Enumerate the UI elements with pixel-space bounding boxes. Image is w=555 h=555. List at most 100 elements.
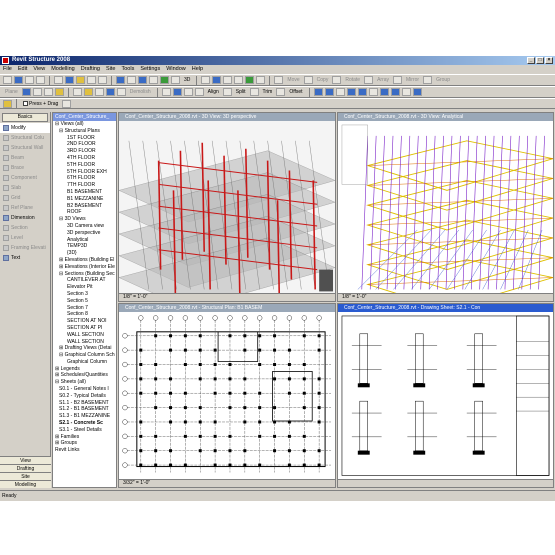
grid-bubble[interactable] — [153, 315, 159, 321]
browser-tree-item[interactable]: 2ND FLOOR — [53, 141, 116, 148]
column-mark[interactable] — [198, 449, 202, 453]
tool-button-icon[interactable] — [223, 76, 233, 84]
column-mark[interactable] — [154, 363, 158, 366]
edit-button-icon[interactable] — [76, 76, 85, 84]
edit-button-icon[interactable] — [87, 76, 96, 84]
column-mark[interactable] — [302, 391, 306, 395]
browser-tree-item[interactable]: S1.1 - B2 BASEMENT — [53, 400, 116, 407]
column-mark[interactable] — [258, 391, 262, 395]
pointer-button-icon[interactable] — [3, 99, 12, 108]
column-mark[interactable] — [139, 463, 143, 467]
column-mark[interactable] — [213, 391, 217, 395]
dim-button-icon[interactable] — [303, 76, 313, 84]
designbar-item-section[interactable]: Section — [0, 223, 50, 233]
designbar-tab-site[interactable]: Site — [0, 472, 51, 480]
edit-button-icon[interactable] — [98, 76, 107, 84]
designbar-tab-modelling[interactable]: Modelling — [0, 480, 51, 488]
grid-bubble[interactable] — [122, 376, 128, 382]
sel-button-icon[interactable] — [172, 88, 182, 96]
menu-view[interactable]: View — [30, 65, 48, 74]
column-mark[interactable] — [198, 363, 202, 366]
column-mark[interactable] — [258, 420, 262, 424]
browser-tree-item[interactable]: Elevator Pit — [53, 284, 116, 291]
press-drag-option[interactable]: Press + Drag — [21, 101, 60, 107]
column-mark[interactable] — [139, 348, 143, 352]
column-mark[interactable] — [302, 363, 306, 366]
grid-bubble[interactable] — [316, 315, 322, 321]
browser-tree-item[interactable]: 3D Camera view — [53, 223, 116, 230]
column-mark[interactable] — [154, 406, 158, 410]
browser-tree-item[interactable]: 7TH FLOOR — [53, 182, 116, 189]
browser-tree-item[interactable]: ⊟ Views (all) — [53, 121, 116, 128]
toolbar-label-rotate[interactable]: Rotate — [343, 77, 362, 83]
column-mark[interactable] — [302, 463, 306, 467]
edit-button-icon[interactable] — [54, 76, 63, 84]
grid-bubble[interactable] — [227, 315, 233, 321]
browser-tree-item[interactable]: ⊞ Legends — [53, 366, 116, 373]
browser-tree-item[interactable]: ⊟ Sheets (all) — [53, 379, 116, 386]
column-mark[interactable] — [154, 463, 158, 467]
column-mark[interactable] — [213, 363, 217, 366]
grid-bubble[interactable] — [301, 315, 307, 321]
style-button-icon[interactable] — [54, 88, 64, 96]
browser-tree-item[interactable]: {3D} — [53, 250, 116, 257]
grid-bubble[interactable] — [212, 315, 218, 321]
grid-bubble[interactable] — [122, 390, 128, 396]
toolbar-label-group[interactable]: Group — [434, 77, 452, 83]
tool-button-icon[interactable] — [212, 76, 222, 84]
column-mark[interactable] — [317, 377, 321, 381]
column-mark[interactable] — [258, 348, 262, 352]
browser-tree-item[interactable]: Section 3 — [53, 291, 116, 298]
style-button-icon[interactable] — [21, 88, 31, 96]
column-mark[interactable] — [139, 377, 143, 381]
column-mark[interactable] — [317, 391, 321, 395]
menu-help[interactable]: Help — [189, 65, 206, 74]
tool-button-icon[interactable] — [201, 76, 211, 84]
column-mark[interactable] — [287, 377, 291, 381]
browser-tree-item[interactable]: SECTION AT PI — [53, 325, 116, 332]
grid-bubble[interactable] — [286, 315, 292, 321]
tool-button-icon[interactable] — [256, 76, 266, 84]
grid-bubble[interactable] — [122, 347, 128, 353]
column-mark[interactable] — [228, 406, 232, 410]
browser-tree-item[interactable]: 6TH FLOOR — [53, 175, 116, 182]
toolbar-label-mirror[interactable]: Mirror — [404, 77, 421, 83]
column-mark[interactable] — [287, 363, 291, 366]
grid-bubble[interactable] — [138, 315, 144, 321]
undefined-button-icon[interactable] — [222, 88, 232, 96]
column-mark[interactable] — [243, 348, 247, 352]
browser-tree-item[interactable]: 3RD FLOOR — [53, 148, 116, 155]
browser-tree-item[interactable]: WALL SECTION — [53, 339, 116, 346]
draw-button-icon[interactable] — [83, 88, 93, 96]
column-mark[interactable] — [183, 463, 187, 467]
column-mark[interactable] — [287, 434, 291, 438]
browser-tree-item[interactable]: TEMP3D — [53, 243, 116, 250]
menu-settings[interactable]: Settings — [137, 65, 163, 74]
column-mark[interactable] — [154, 434, 158, 438]
column-mark[interactable] — [258, 406, 262, 410]
designbar-item-structural-wall[interactable]: Structural Wall — [0, 143, 50, 153]
column-mark[interactable] — [273, 449, 277, 453]
column-mark[interactable] — [213, 434, 217, 438]
column-mark[interactable] — [287, 391, 291, 395]
column-mark[interactable] — [228, 363, 232, 366]
menu-site[interactable]: Site — [103, 65, 118, 74]
toolbar-label-array[interactable]: Array — [375, 77, 391, 83]
column-mark[interactable] — [273, 377, 277, 381]
browser-tree-item[interactable]: 5TH FLOOR — [53, 162, 116, 169]
grid-bubble[interactable] — [122, 361, 128, 368]
designbar-item-slab[interactable]: Slab — [0, 183, 50, 193]
view-button-icon[interactable] — [171, 76, 180, 84]
browser-tree-item[interactable]: WALL SECTION — [53, 332, 116, 339]
column-mark[interactable] — [198, 348, 202, 352]
properties-button-icon[interactable] — [62, 99, 72, 108]
file-button-icon[interactable] — [25, 76, 34, 84]
browser-tree-item[interactable]: Revit Links — [53, 447, 116, 454]
toolbar-label-3d[interactable]: 3D — [182, 77, 192, 83]
grid-bubble[interactable] — [122, 448, 128, 454]
column-mark[interactable] — [317, 420, 321, 424]
column-mark[interactable] — [183, 391, 187, 395]
column-mark[interactable] — [154, 449, 158, 453]
grid-bubble[interactable] — [122, 462, 128, 468]
draw-button-icon[interactable] — [105, 88, 115, 96]
